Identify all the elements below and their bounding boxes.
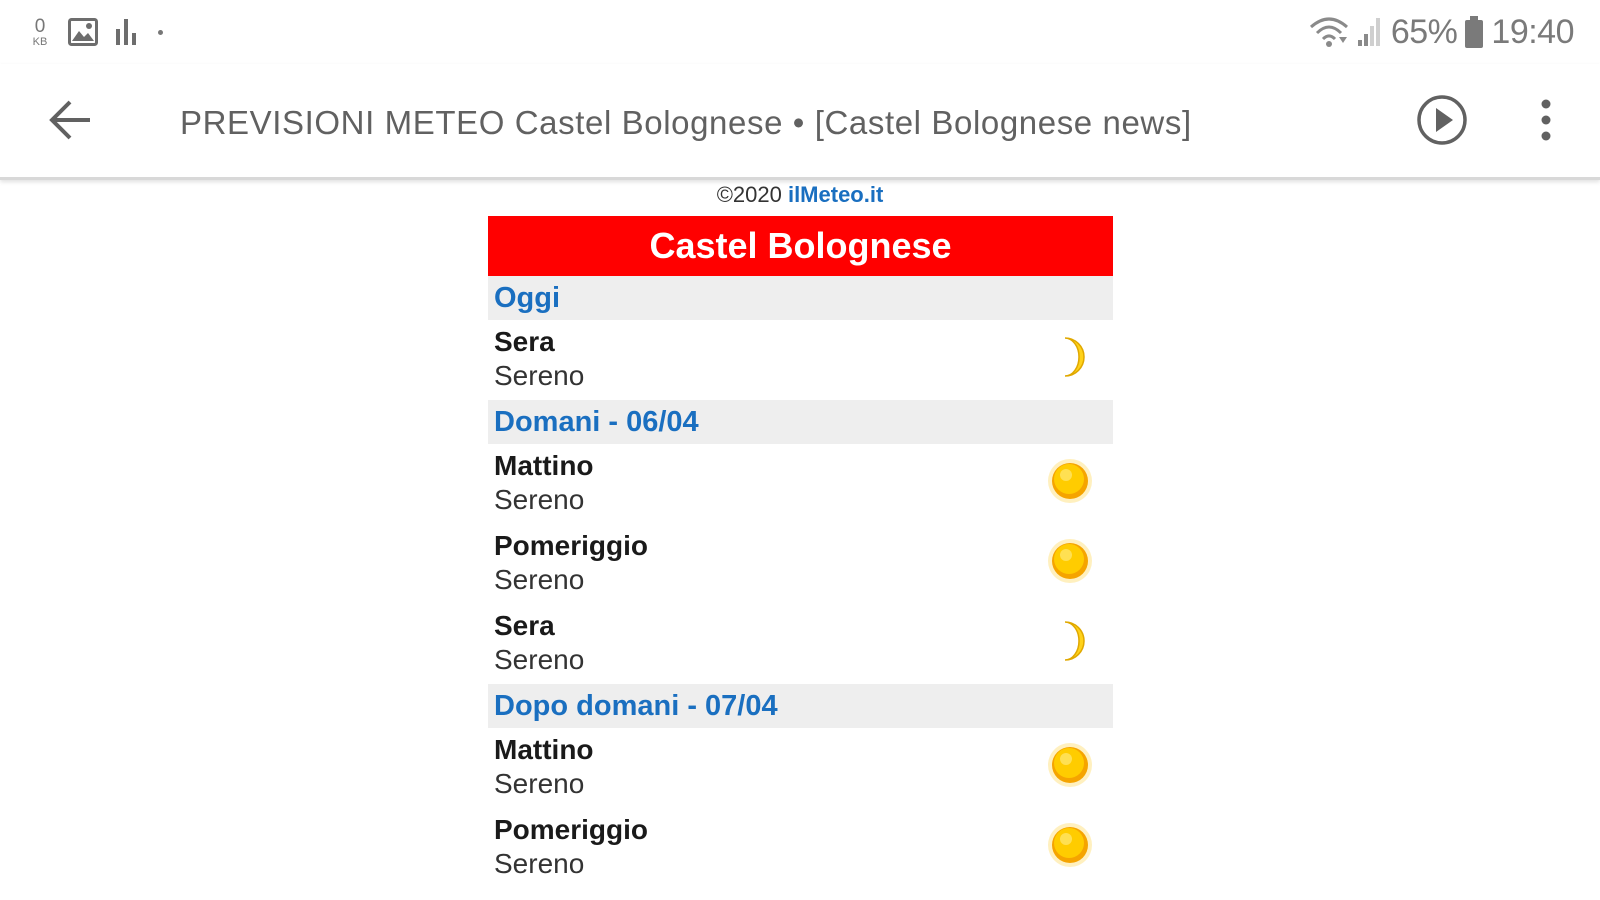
system-indicators: 65% 19:40 [1309,10,1574,54]
notification-icons: 0 KB [28,10,163,54]
sun-icon [1045,820,1095,870]
app-bar: PREVISIONI METEO Castel Bolognese • [Cas… [0,64,1600,180]
copyright-credit: ©2020 ilMeteo.it [0,180,1600,210]
period-name: Sera [494,610,555,641]
day-header[interactable]: Oggi [488,276,1113,320]
moon-icon [1045,332,1095,382]
battery-percent: 65% [1390,12,1458,51]
more-notifications-dot-icon [158,29,163,35]
forecast-row: Mattino Sereno [488,444,1113,524]
moon-icon [1045,616,1095,666]
period-name: Mattino [494,450,594,481]
weather-condition: Sereno [494,848,585,879]
play-button[interactable] [1412,92,1472,152]
sun-icon [1045,740,1095,790]
period-name: Pomeriggio [494,814,649,845]
forecast-row: Sera Sereno [488,320,1113,400]
sun-icon [1045,456,1095,506]
forecast-days: Oggi Sera Sereno Domani - 06/04 Mattino Seren… [488,276,1113,888]
forecast-row: Sera Sereno [488,604,1113,684]
page-title: PREVISIONI METEO Castel Bolognese • [Cas… [180,104,1192,141]
network-speed-indicator: 0 KB [28,17,52,48]
network-speed-unit: KB [32,35,48,48]
city-title: Castel Bolognese [488,216,1113,276]
wifi-icon [1309,15,1349,49]
weather-condition: Sereno [494,564,585,595]
weather-condition: Sereno [494,644,585,675]
arrow-left-icon [48,100,92,145]
overflow-menu-button[interactable] [1516,92,1576,152]
weather-condition: Sereno [494,484,585,515]
day-header[interactable]: Dopo domani - 07/04 [488,684,1113,728]
back-button[interactable] [40,92,100,152]
period-name: Pomeriggio [494,530,649,561]
more-vert-icon [1540,98,1552,147]
period-name: Mattino [494,734,594,765]
sun-icon [1045,536,1095,586]
copyright-text: ©2020 [716,182,788,207]
stats-icon [114,17,140,47]
weather-condition: Sereno [494,360,585,391]
forecast-row: Pomeriggio Sereno [488,808,1113,888]
network-speed-value: 0 [34,15,46,37]
day-header[interactable]: Domani - 06/04 [488,400,1113,444]
period-name: Sera [494,326,555,357]
signal-icon [1357,16,1383,48]
weather-condition: Sereno [494,768,585,799]
play-circle-icon [1415,93,1469,152]
ilmeteo-link[interactable]: ilMeteo.it [788,182,883,207]
battery-icon [1465,16,1484,48]
clock: 19:40 [1491,12,1574,51]
forecast-row: Mattino Sereno [488,728,1113,808]
status-bar: 0 KB 65% 19:40 [0,0,1600,64]
gallery-icon [68,18,98,46]
forecast-widget: Castel Bolognese Oggi Sera Sereno Domani - … [488,216,1113,888]
forecast-row: Pomeriggio Sereno [488,524,1113,604]
